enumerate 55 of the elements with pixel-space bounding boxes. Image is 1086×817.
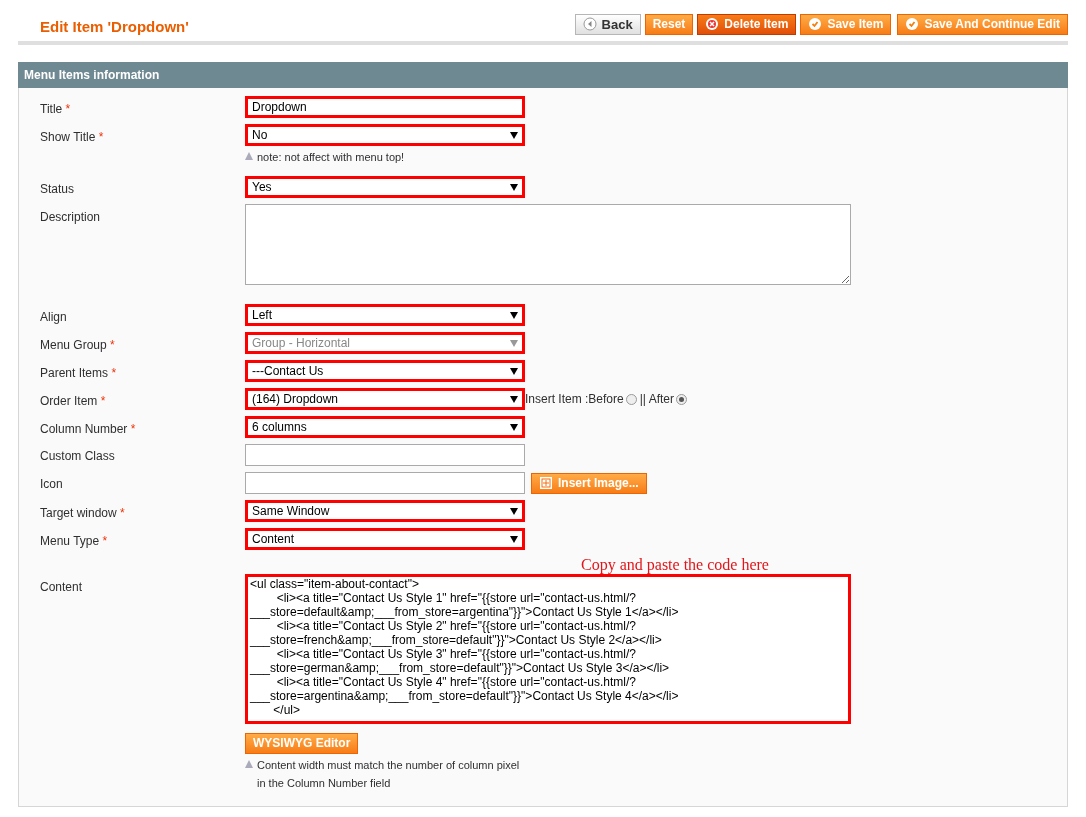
- page-title: Edit Item 'Dropdown': [40, 18, 189, 36]
- field-label: Status: [40, 181, 76, 198]
- dropdown-caret-icon: [510, 535, 518, 543]
- field-label: Parent Items *: [40, 365, 118, 382]
- dropdown-caret-icon: [510, 367, 518, 375]
- select-field[interactable]: Content: [245, 528, 525, 550]
- note-text: Content width must match the number of column pixel: [257, 758, 520, 773]
- check-circle-icon: [808, 17, 823, 31]
- dropdown-caret-icon: [510, 183, 518, 191]
- annotation-text: Copy and paste the code here: [581, 556, 770, 574]
- select-field[interactable]: Left: [245, 304, 525, 326]
- back-button[interactable]: Back: [574, 13, 641, 35]
- field-label: Title *: [40, 101, 72, 118]
- dropdown-caret-icon: [510, 395, 518, 403]
- field-label: Order Item *: [40, 393, 107, 410]
- radio-label: || After: [639, 391, 674, 408]
- note-triangle-icon: [245, 760, 253, 768]
- select-field[interactable]: No: [245, 124, 525, 146]
- input-field[interactable]: [245, 472, 525, 494]
- radio-label: Insert Item :: [525, 391, 589, 408]
- dropdown-caret-icon: [510, 507, 518, 515]
- radio-button[interactable]: [625, 393, 637, 405]
- dropdown-caret-icon: [510, 339, 518, 347]
- field-label: Menu Type *: [40, 533, 109, 550]
- check-circle-icon: [905, 17, 920, 31]
- select-field[interactable]: 6 columns: [245, 416, 525, 438]
- radio-button[interactable]: [675, 393, 687, 405]
- select-field[interactable]: Same Window: [245, 500, 525, 522]
- input-field[interactable]: Dropdown: [245, 96, 525, 118]
- field-label: Description: [40, 209, 102, 226]
- note-text: in the Column Number field: [257, 776, 391, 791]
- dropdown-caret-icon: [510, 311, 518, 319]
- input-field[interactable]: [245, 444, 525, 466]
- radio-label: Before: [588, 391, 624, 408]
- code-editor[interactable]: <ul class="item-about-contact"> <li><a title="Contact Us Style 1" href="{{store url="contact-us.html/?___store=default&amp;___from_store=argentina"}}">Contact Us Style 1</a></li> <li><a title="Contact Us Style 2" href="{{store url="contact-us.html/?___store=french&amp;___from_store=default"}}">Contact Us Style 2</a></li> <li><a title="Contact Us Style 3" href="{{store url="contact-us.html/?___store=german&amp;___from_store=default"}}">Contact Us Style 3</a></li> <li><a title="Contact Us Style 4" href="{{store url="contact-us.html/?___store=argentina&amp;___from_store=default"}}">Contact Us Style 4</a></li> </ul>: [245, 574, 851, 724]
- field-label: Target window *: [40, 505, 126, 522]
- field-label: Icon: [40, 476, 64, 493]
- field-label: Menu Group *: [40, 337, 116, 354]
- field-label: Custom Class: [40, 448, 116, 465]
- select-field[interactable]: Yes: [245, 176, 525, 198]
- dropdown-caret-icon: [510, 131, 518, 139]
- field-label: Align: [40, 309, 68, 326]
- text-area[interactable]: [245, 204, 851, 285]
- field-label: Content: [40, 579, 84, 596]
- note-triangle-icon: [245, 152, 253, 160]
- image-icon: [539, 476, 553, 490]
- note-text: note: not affect with menu top!: [257, 150, 405, 165]
- field-label: Column Number *: [40, 421, 137, 438]
- field-label: Show Title *: [40, 129, 105, 146]
- section-header: Menu Items information: [18, 62, 1068, 88]
- select-field[interactable]: (164) Dropdown: [245, 388, 525, 410]
- select-field: Group - Horizontal: [245, 332, 525, 354]
- dropdown-caret-icon: [510, 423, 518, 431]
- select-field[interactable]: ---Contact Us: [245, 360, 525, 382]
- cross-circle-icon: [705, 17, 720, 31]
